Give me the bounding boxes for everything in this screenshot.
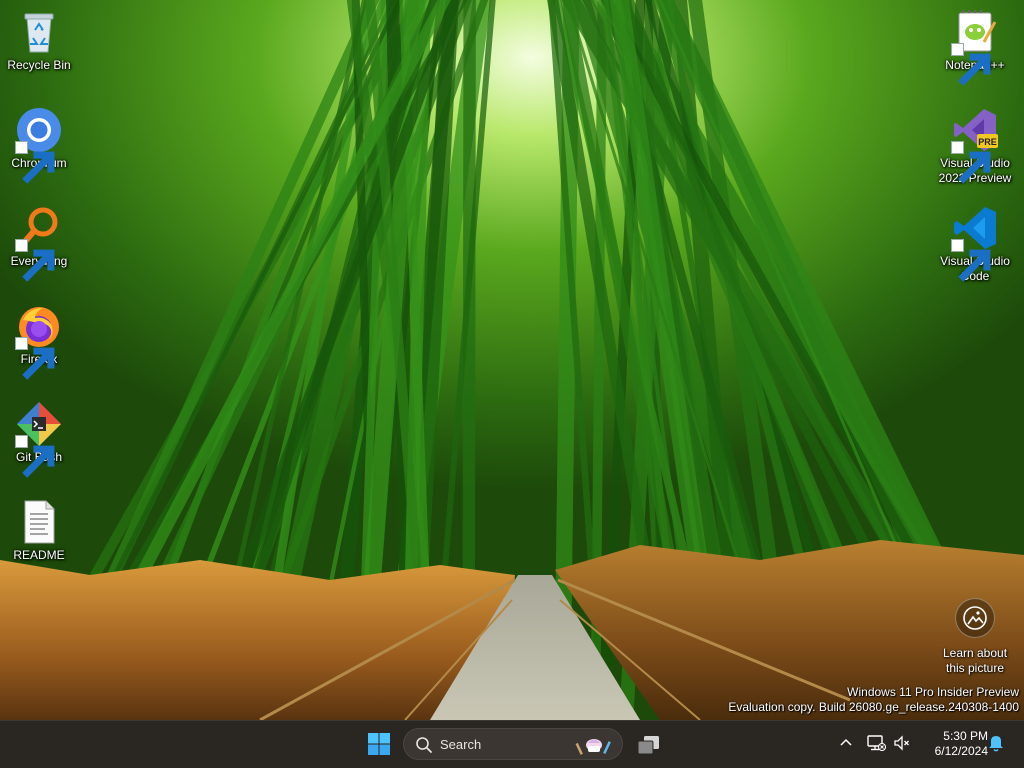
taskbar: Search 5:30 PM 6/12/2024 <box>0 720 1024 768</box>
desktop-icon-label: Recycle Bin <box>7 58 71 72</box>
shortcut-arrow-icon <box>15 141 55 184</box>
camera-info-icon <box>955 598 995 638</box>
search-placeholder: Search <box>440 737 482 752</box>
task-view-icon <box>637 736 659 755</box>
chevron-up-icon <box>840 738 852 746</box>
firefox-icon <box>15 302 63 380</box>
network-disconnected-icon <box>867 735 886 752</box>
learn-about-label: Learn about this picture <box>942 646 1008 675</box>
clock-date: 6/12/2024 <box>934 744 988 758</box>
desktop-icon-git-bash[interactable]: Git Bash <box>1 400 77 478</box>
visual-studio-preview-icon: PRE <box>951 106 999 184</box>
search-highlight-icon <box>575 739 611 755</box>
vscode-icon <box>951 204 999 282</box>
watermark-line-2: Evaluation copy. Build 26080.ge_release.… <box>728 700 1019 714</box>
desktop-icon-notepad-plus-plus[interactable]: Notepad++ <box>937 8 1013 86</box>
task-view-button[interactable] <box>632 729 664 761</box>
taskbar-clock[interactable]: 5:30 PM 6/12/2024 <box>918 729 988 759</box>
bell-icon <box>989 736 1003 752</box>
desktop-icon-recycle-bin[interactable]: Recycle Bin <box>1 8 77 73</box>
recycle-bin-icon <box>15 8 63 56</box>
desktop[interactable]: Recycle Bin Chromium Everything Firefox … <box>0 0 1024 720</box>
shortcut-arrow-icon <box>15 337 55 380</box>
evaluation-watermark: Windows 11 Pro Insider Preview Evaluatio… <box>728 685 1019 715</box>
desktop-icon-chromium[interactable]: Chromium <box>1 106 77 184</box>
shortcut-arrow-icon <box>951 239 991 282</box>
clock-time: 5:30 PM <box>943 729 988 743</box>
network-status-button[interactable] <box>866 733 886 753</box>
shortcut-arrow-icon <box>951 141 991 184</box>
windows-logo-icon <box>368 733 390 755</box>
volume-button[interactable] <box>892 733 912 753</box>
text-document-icon <box>15 498 63 546</box>
desktop-icon-visual-studio-preview[interactable]: PRE Visual Studio 2022 Preview <box>937 106 1013 186</box>
search-icon <box>416 737 432 753</box>
git-bash-icon <box>15 400 63 478</box>
everything-search-icon <box>15 204 63 282</box>
desktop-icon-everything[interactable]: Everything <box>1 204 77 282</box>
shortcut-arrow-icon <box>951 43 991 86</box>
start-button[interactable] <box>362 727 396 761</box>
show-hidden-icons-button[interactable] <box>836 733 856 753</box>
chromium-icon <box>15 106 63 184</box>
shortcut-arrow-icon <box>15 435 55 478</box>
wallpaper-bamboo-forest <box>0 0 1024 720</box>
watermark-line-1: Windows 11 Pro Insider Preview <box>847 685 1019 699</box>
desktop-icon-firefox[interactable]: Firefox <box>1 302 77 380</box>
taskbar-search-box[interactable]: Search <box>403 728 623 760</box>
desktop-icon-readme[interactable]: README <box>1 498 77 563</box>
learn-about-this-picture[interactable]: Learn about this picture <box>930 598 1020 676</box>
desktop-icon-vscode[interactable]: Visual Studio Code <box>937 204 1013 284</box>
notification-center-button[interactable] <box>986 733 1006 753</box>
desktop-icon-label: README <box>13 548 65 562</box>
shortcut-arrow-icon <box>15 239 55 282</box>
notepad-plus-plus-icon <box>951 8 999 86</box>
volume-muted-icon <box>894 735 909 751</box>
